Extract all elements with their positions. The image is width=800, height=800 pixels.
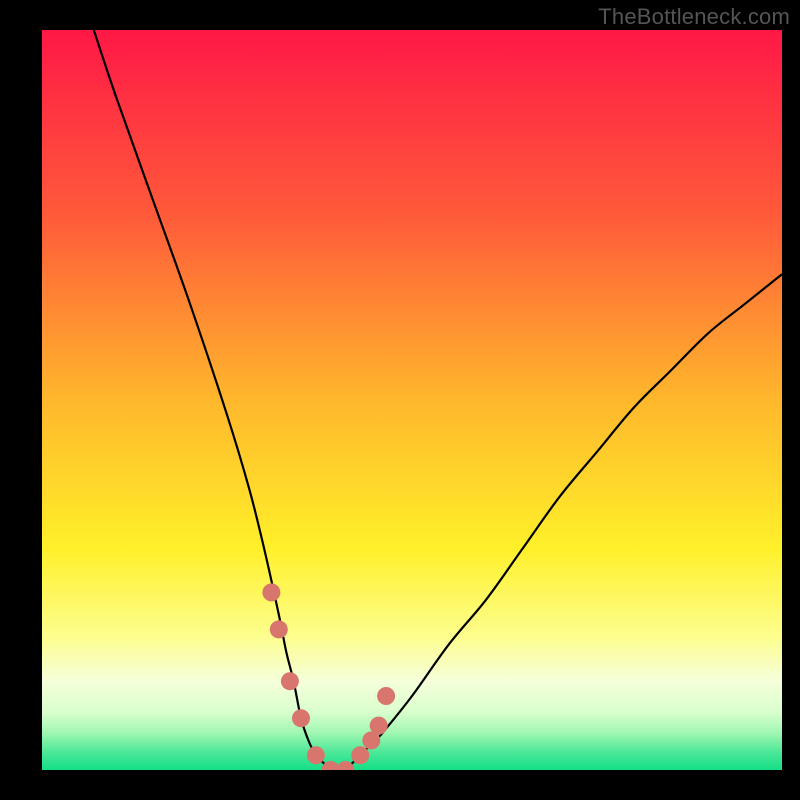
chart-container: TheBottleneck.com [0,0,800,800]
marker-dot [370,717,388,735]
plot-area [42,30,782,770]
marker-dot [270,620,288,638]
marker-dot [307,746,325,764]
marker-dot [262,583,280,601]
watermark-text: TheBottleneck.com [598,4,790,30]
bottleneck-curve [94,30,782,770]
marker-dot [281,672,299,690]
marker-dot [292,709,310,727]
marker-dot [377,687,395,705]
curve-layer [42,30,782,770]
highlight-markers [262,583,395,770]
marker-dot [351,746,369,764]
